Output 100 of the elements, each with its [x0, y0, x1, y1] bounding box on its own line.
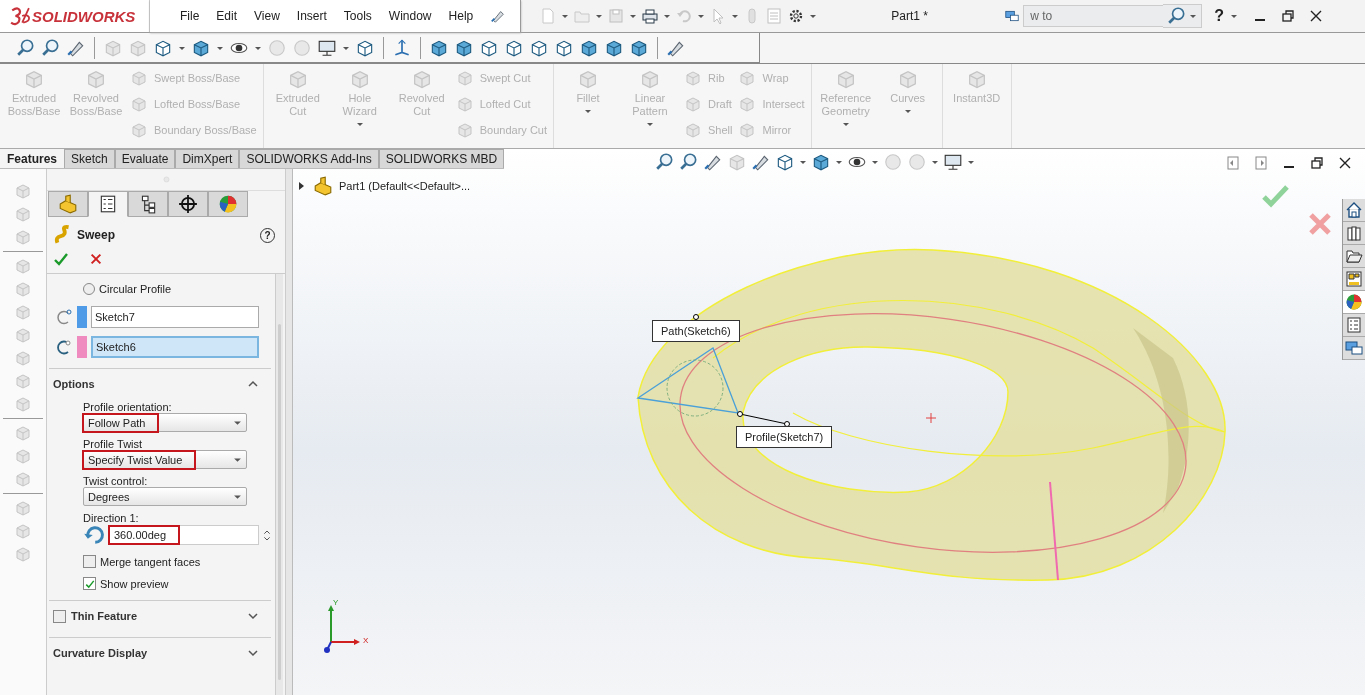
- caret-icon[interactable]: [697, 12, 706, 20]
- cube-icon: [738, 95, 757, 113]
- field-label: Profile orientation:: [83, 401, 173, 413]
- field-label: Direction 1:: [83, 512, 140, 524]
- spin-up-icon[interactable]: [263, 528, 271, 535]
- dropdown[interactable]: Follow Path: [83, 413, 247, 432]
- spin-down-icon[interactable]: [263, 535, 271, 542]
- scrollbar[interactable]: [275, 274, 283, 695]
- panel-tab[interactable]: [168, 191, 208, 217]
- chevron-icon[interactable]: [247, 610, 259, 622]
- tab[interactable]: Features: [0, 149, 65, 168]
- leader-line: [737, 411, 790, 427]
- axis-label: X: [363, 636, 369, 645]
- cube-icon: [455, 95, 474, 113]
- tab[interactable]: SOLIDWORKS Add-Ins: [239, 149, 379, 168]
- tile-left-icon[interactable]: [1225, 155, 1241, 171]
- zoom-area-icon[interactable]: [41, 37, 61, 58]
- cube-icon[interactable]: [811, 152, 831, 172]
- dimxpert-icon: [178, 194, 198, 214]
- menu-item[interactable]: Edit: [216, 9, 238, 23]
- tab[interactable]: Evaluate: [114, 149, 176, 168]
- list-icon[interactable]: [1345, 316, 1363, 334]
- help-button[interactable]: ?: [1214, 7, 1224, 25]
- home-icon[interactable]: [1345, 201, 1363, 219]
- section-title: Curvature Display: [53, 647, 148, 659]
- menu-item[interactable]: View: [254, 9, 280, 23]
- close-icon[interactable]: [1308, 8, 1324, 24]
- menu-item[interactable]: File: [180, 9, 200, 23]
- monitor-icon[interactable]: [943, 152, 963, 172]
- features-icon: [58, 194, 78, 214]
- radio-button[interactable]: [83, 283, 95, 295]
- caret-icon[interactable]: [629, 12, 638, 20]
- chevron-icon[interactable]: [247, 647, 259, 659]
- caret-icon[interactable]: [835, 158, 843, 166]
- caret-icon[interactable]: [967, 158, 975, 166]
- caret-icon[interactable]: [731, 12, 740, 20]
- cube-icon: [130, 95, 148, 113]
- section-title: Thin Feature: [71, 610, 137, 622]
- field-label: Twist control:: [83, 475, 149, 487]
- caret-icon[interactable]: [871, 158, 879, 166]
- chat-icon[interactable]: [1345, 339, 1363, 357]
- caret-icon[interactable]: [663, 12, 672, 20]
- cube-icon: [130, 69, 148, 87]
- selection-field[interactable]: Sketch6: [91, 336, 259, 358]
- check-icon[interactable]: [53, 251, 69, 267]
- caret-icon[interactable]: [595, 12, 604, 20]
- panel-tab[interactable]: [128, 191, 168, 217]
- caret-icon[interactable]: [561, 12, 570, 20]
- cube-icon: [455, 69, 474, 87]
- caret-icon[interactable]: [799, 158, 807, 166]
- leader-line: [693, 314, 699, 321]
- callout-label: Profile(Sketch7): [736, 426, 833, 448]
- menu-item[interactable]: Window: [388, 9, 432, 23]
- splitter-handle[interactable]: [285, 168, 293, 695]
- document-title: Part1 *: [891, 9, 929, 23]
- restore-icon[interactable]: [1280, 8, 1296, 24]
- cube-icon: [577, 68, 599, 90]
- menu-item[interactable]: Help: [448, 9, 474, 23]
- panel-tab[interactable]: [88, 191, 128, 217]
- checkbox[interactable]: [83, 577, 96, 590]
- input-field[interactable]: 360.00deg: [109, 525, 259, 545]
- caret-icon[interactable]: [931, 158, 939, 166]
- library-icon[interactable]: [1345, 224, 1363, 242]
- logo-mark-icon: [10, 6, 30, 26]
- cube-icon: [684, 69, 702, 87]
- dropdown[interactable]: Specify Twist Value: [83, 450, 247, 469]
- cube-icon: [738, 121, 757, 139]
- section-view-icon[interactable]: [775, 152, 795, 172]
- cube-icon: [23, 68, 45, 90]
- zoom-icon[interactable]: [16, 37, 36, 58]
- menu-item[interactable]: Insert: [296, 9, 327, 23]
- part-icon: [313, 176, 333, 196]
- section-title: Options: [53, 378, 95, 390]
- printer-icon[interactable]: [641, 7, 660, 25]
- palette-icon[interactable]: [1345, 270, 1363, 288]
- tab[interactable]: DimXpert: [175, 149, 240, 168]
- selection-field[interactable]: Sketch7: [91, 306, 259, 328]
- rotate-icon[interactable]: [83, 524, 105, 546]
- close-icon[interactable]: [1337, 155, 1353, 171]
- checkbox-label: Merge tangent faces: [100, 555, 201, 568]
- checkbox[interactable]: [83, 555, 96, 568]
- normal-to-icon[interactable]: [392, 37, 412, 58]
- cube-icon: [738, 69, 757, 87]
- caret-icon[interactable]: [1230, 12, 1238, 20]
- checkbox[interactable]: [53, 609, 66, 623]
- caret-icon: [233, 418, 242, 427]
- tab[interactable]: SOLIDWORKS MBD: [378, 149, 505, 168]
- caret-icon[interactable]: [809, 12, 818, 20]
- zoom-icon[interactable]: [655, 152, 675, 172]
- restore-icon[interactable]: [1309, 155, 1325, 171]
- menu-item[interactable]: Tools: [343, 9, 372, 23]
- zoom-area-icon[interactable]: [679, 152, 699, 172]
- check-icon: [84, 578, 95, 589]
- tab[interactable]: Sketch: [64, 149, 115, 168]
- tree-item[interactable]: Part1 (Default<<Default>...: [339, 180, 471, 192]
- folder-icon[interactable]: [1345, 247, 1363, 265]
- tile-right-icon[interactable]: [1253, 155, 1269, 171]
- appearance-icon[interactable]: [1345, 293, 1363, 311]
- dropdown[interactable]: Degrees: [83, 487, 247, 506]
- check-icon[interactable]: [1261, 183, 1291, 209]
